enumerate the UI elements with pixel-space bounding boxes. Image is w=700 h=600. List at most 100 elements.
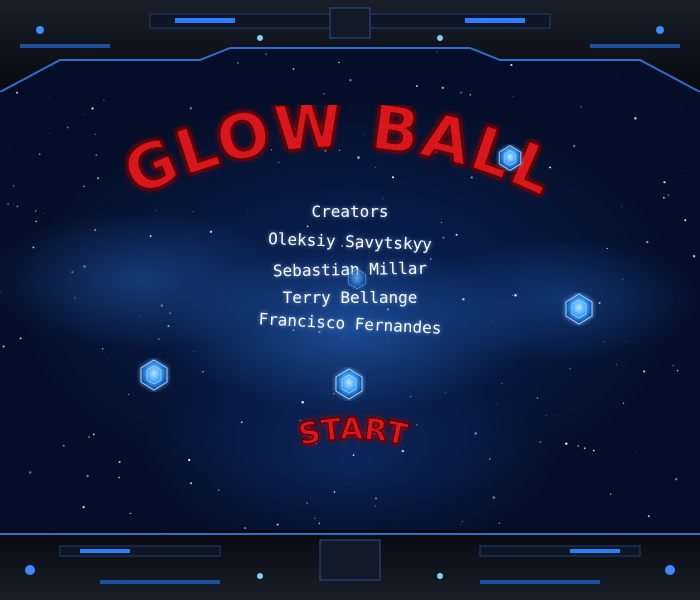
star <box>108 358 110 360</box>
start-button-label: START <box>296 412 411 453</box>
star <box>314 517 316 519</box>
star <box>561 247 563 248</box>
star <box>583 447 586 450</box>
star <box>9 146 10 148</box>
star <box>634 480 635 481</box>
star <box>674 477 678 481</box>
star <box>634 117 637 120</box>
star <box>0 291 1 293</box>
console-frame-bottom <box>0 530 700 600</box>
star <box>667 194 670 196</box>
star <box>501 383 503 384</box>
star <box>12 185 15 187</box>
star <box>149 235 152 238</box>
star <box>545 415 547 417</box>
star <box>663 181 666 184</box>
star <box>592 449 595 452</box>
star <box>692 255 696 258</box>
star <box>71 271 74 274</box>
star <box>53 528 55 529</box>
creator-name: Terry Bellange <box>282 288 418 307</box>
star <box>32 246 35 249</box>
star <box>672 364 674 367</box>
star <box>461 521 463 523</box>
star <box>101 348 104 350</box>
star <box>622 402 625 404</box>
star <box>318 522 321 525</box>
star <box>646 240 649 244</box>
star <box>572 144 576 148</box>
star <box>16 91 19 94</box>
start-button[interactable]: START <box>288 408 418 458</box>
star <box>474 432 478 435</box>
star <box>103 99 105 101</box>
star <box>94 133 96 135</box>
star <box>38 153 41 155</box>
star <box>83 265 86 268</box>
game-title: GLOW BALL <box>120 105 560 210</box>
star <box>306 502 308 504</box>
star <box>386 308 389 311</box>
glowing-gem-icon <box>348 268 366 290</box>
star <box>374 497 378 500</box>
star <box>128 394 130 395</box>
star <box>610 493 612 495</box>
star <box>172 452 174 454</box>
star <box>539 440 542 443</box>
star <box>167 325 170 328</box>
star <box>676 369 679 372</box>
star <box>7 203 10 206</box>
star <box>62 444 65 447</box>
star <box>569 367 571 370</box>
star <box>173 289 174 291</box>
star <box>193 350 194 352</box>
star <box>129 512 132 515</box>
star <box>83 185 85 188</box>
console-frame-top <box>0 0 700 92</box>
star <box>333 491 336 493</box>
star <box>97 177 100 180</box>
star <box>375 505 377 507</box>
star <box>684 219 687 222</box>
star <box>49 132 51 134</box>
star <box>74 297 76 299</box>
glowing-gem-icon <box>565 293 593 325</box>
star <box>323 93 325 95</box>
star <box>91 107 94 110</box>
star <box>188 458 191 462</box>
star <box>202 370 204 373</box>
star <box>662 196 665 199</box>
star <box>459 523 461 525</box>
title-screen: GLOW BALL Creators Oleksiy Savytskyy Seb… <box>0 0 700 600</box>
star <box>87 435 91 439</box>
star <box>603 341 605 343</box>
star <box>160 304 164 307</box>
star <box>440 221 442 223</box>
star <box>342 336 344 337</box>
star <box>306 225 309 228</box>
star <box>565 442 568 445</box>
game-title-logo: GLOW BALL <box>120 105 560 211</box>
star <box>243 527 247 530</box>
star <box>95 154 98 156</box>
star <box>78 196 80 198</box>
star <box>301 401 304 404</box>
star <box>681 106 683 107</box>
star <box>35 220 37 223</box>
star <box>276 523 279 526</box>
star <box>240 421 243 424</box>
star <box>643 370 646 373</box>
star <box>636 451 637 453</box>
star <box>497 404 498 405</box>
credits-heading: Creators <box>311 202 389 221</box>
star <box>16 205 19 208</box>
star <box>177 284 178 285</box>
star <box>217 489 220 491</box>
star <box>498 522 500 524</box>
star <box>598 301 601 305</box>
star <box>577 445 580 447</box>
star <box>19 337 22 340</box>
star <box>169 312 171 315</box>
star <box>49 96 50 98</box>
star <box>625 340 627 342</box>
